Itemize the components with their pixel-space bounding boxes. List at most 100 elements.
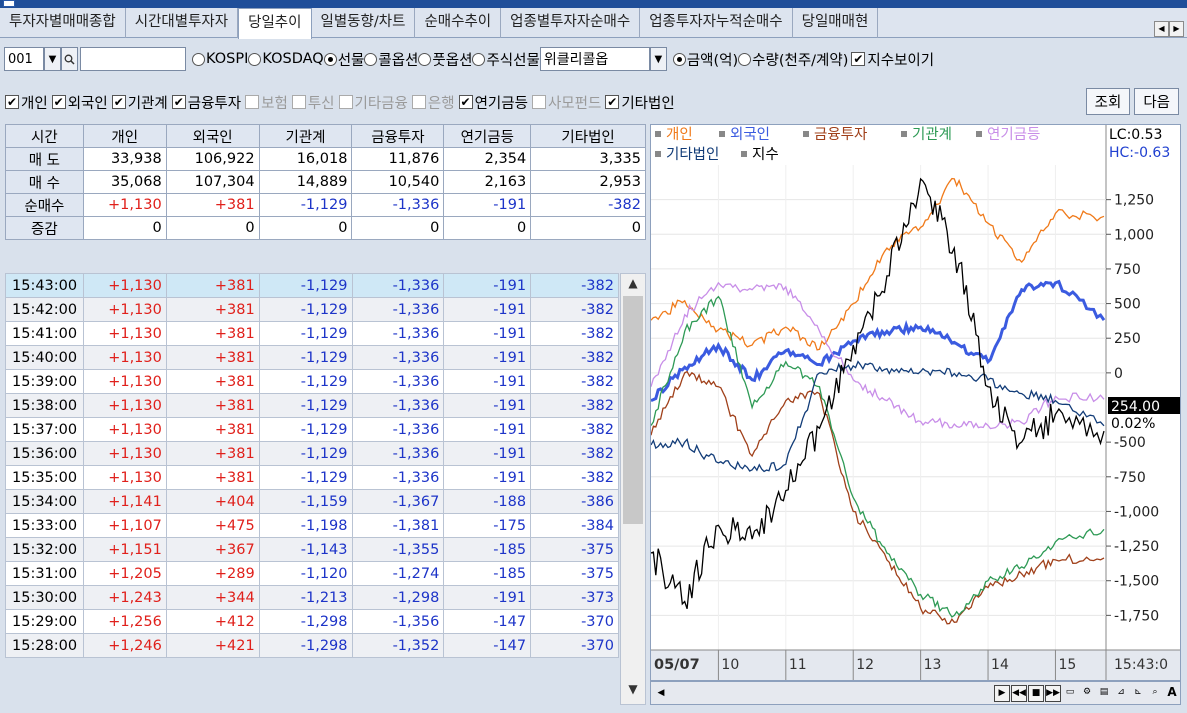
value-cell: -1,213	[258, 585, 353, 610]
text-icon[interactable]: A	[1164, 685, 1180, 702]
tab-scroll-left-icon[interactable]: ◀	[1154, 21, 1169, 37]
table-row[interactable]: 15:36:00 +1,130 +381 -1,129 -1,336 -191 -382	[5, 441, 619, 466]
investor-checkbox[interactable]: 은행	[411, 92, 455, 113]
tab-scroll: ◀ ▶	[1154, 21, 1184, 37]
value-cell: -382	[530, 417, 619, 442]
radio-icon	[418, 52, 432, 66]
tab-scroll-right-icon[interactable]: ▶	[1169, 21, 1184, 37]
investor-checkbox[interactable]: ✔ 개인	[5, 92, 48, 113]
table-row[interactable]: 15:39:00 +1,130 +381 -1,129 -1,336 -191 -382	[5, 369, 619, 394]
market-radio[interactable]: 선물	[323, 49, 364, 70]
stop-icon[interactable]: ■	[1028, 684, 1044, 702]
tab-investor-summary[interactable]: 투자자별매매종합	[0, 8, 126, 38]
table-row[interactable]: 15:38:00 +1,130 +381 -1,129 -1,336 -191 -382	[5, 393, 619, 418]
unit-radio[interactable]: 금액(억)	[672, 49, 738, 70]
code-input[interactable]: 001	[4, 47, 44, 71]
investor-checkbox-label: 연기금등	[474, 95, 528, 112]
table-row[interactable]: 15:29:00 +1,256 +412 -1,298 -1,356 -147 -370	[5, 609, 619, 634]
show-index-checkbox[interactable]: ✔ 지수보이기	[851, 49, 934, 70]
play-icon[interactable]: ▶	[994, 684, 1010, 702]
investor-checkbox[interactable]: ✔ 연기금등	[458, 92, 528, 113]
table-row[interactable]: 15:34:00 +1,141 +404 -1,159 -1,367 -188 -386	[5, 489, 619, 514]
table-row[interactable]: 15:43:00 +1,130 +381 -1,129 -1,336 -191 -382	[5, 273, 619, 298]
market-radio[interactable]: KOSDAQ	[248, 49, 324, 70]
forward-icon[interactable]: ▶▶	[1045, 684, 1061, 702]
investor-checkbox[interactable]: 사모펀드	[531, 92, 601, 113]
checkbox-icon	[531, 95, 546, 109]
tab-net-buy-trend[interactable]: 순매수추이	[415, 8, 502, 38]
next-button[interactable]: 다음	[1134, 88, 1179, 115]
window-icon[interactable]: ▭	[1062, 685, 1078, 702]
table-row[interactable]: 15:35:00 +1,130 +381 -1,129 -1,336 -191 -382	[5, 465, 619, 490]
search-icon[interactable]	[61, 47, 78, 71]
chart-type-icon[interactable]: ⊿	[1113, 685, 1129, 702]
radio-icon	[472, 52, 486, 66]
table-row[interactable]: 15:37:00 +1,130 +381 -1,129 -1,336 -191 -382	[5, 417, 619, 442]
unit-radio[interactable]: 수량(천주/계약)	[738, 49, 848, 70]
trend-chart[interactable]: 1,250 1,000 750 500 250 0 -500 -750 -1,000 -1,250…	[650, 124, 1181, 681]
table-row[interactable]: 15:33:00 +1,107 +475 -1,198 -1,381 -175 -384	[5, 513, 619, 538]
investor-checkbox[interactable]: 기타금융	[338, 92, 408, 113]
value-cell: -382	[530, 321, 619, 346]
summary-cell: 107,304	[165, 170, 260, 194]
radio-icon	[364, 52, 378, 66]
table-row[interactable]: 15:42:00 +1,130 +381 -1,129 -1,336 -191 -382	[5, 297, 619, 322]
table-row[interactable]: 15:31:00 +1,205 +289 -1,120 -1,274 -185 -375	[5, 561, 619, 586]
scroll-down-icon[interactable]: ▼	[621, 682, 645, 702]
unit-radio-label: 수량(천주/계약)	[752, 52, 849, 69]
table-row[interactable]: 15:28:00 +1,246 +421 -1,298 -1,352 -147 -370	[5, 633, 619, 658]
value-cell: -1,336	[351, 369, 445, 394]
investor-checkbox[interactable]: ✔ 금융투자	[171, 92, 241, 113]
value-cell: -188	[443, 489, 532, 514]
y-tick-label: -1,250	[1114, 539, 1159, 555]
summary-cell: 0	[351, 216, 445, 240]
code-name-field[interactable]	[80, 47, 186, 71]
market-radio[interactable]: 콜옵션	[364, 49, 418, 70]
zoom-icon[interactable]: ⌕	[1147, 685, 1163, 702]
summary-cell: 0	[530, 216, 646, 240]
checkbox-icon	[411, 95, 426, 109]
value-cell: -1,129	[258, 297, 353, 322]
table-scrollbar[interactable]: ▲ ▼	[620, 273, 646, 705]
rewind-icon[interactable]: ◀◀	[1011, 684, 1027, 702]
tab-sector-cumulative[interactable]: 업종투자자누적순매수	[640, 8, 793, 38]
settings-icon[interactable]: ⚙	[1079, 685, 1095, 702]
table-row[interactable]: 15:30:00 +1,243 +344 -1,213 -1,298 -191 -373	[5, 585, 619, 610]
time-cell: 15:42:00	[5, 297, 84, 322]
table-row[interactable]: 15:32:00 +1,151 +367 -1,143 -1,355 -185 -375	[5, 537, 619, 562]
summary-cell: 0	[165, 216, 260, 240]
show-index-label: 지수보이기	[867, 52, 935, 69]
tab-today-trading[interactable]: 당일매매현	[793, 8, 879, 38]
market-radio[interactable]: 풋옵션	[418, 49, 472, 70]
time-cell: 15:34:00	[5, 489, 84, 514]
weekly-dropdown-icon[interactable]: ▼	[649, 47, 667, 71]
scroll-up-icon[interactable]: ▲	[621, 276, 645, 296]
value-cell: +1,246	[82, 633, 167, 658]
tab-sector-net-buy[interactable]: 업종별투자자순매수	[501, 8, 641, 38]
query-button[interactable]: 조회	[1085, 88, 1131, 115]
investor-checkbox[interactable]: ✔ 기관계	[111, 92, 168, 113]
legend-marker	[901, 131, 907, 137]
layout-icon[interactable]: ▤	[1096, 685, 1112, 702]
summary-cell: 16,018	[258, 147, 353, 171]
legend-label: 지수	[752, 146, 779, 163]
investor-checkbox[interactable]: 투신	[291, 92, 335, 113]
investor-checkbox[interactable]: ✔ 외국인	[51, 92, 108, 113]
summary-header: 기타법인	[530, 124, 646, 148]
market-radio[interactable]: KOSPI	[192, 49, 248, 70]
scroll-thumb[interactable]	[623, 296, 643, 524]
investor-checkbox[interactable]: ✔ 기타법인	[605, 92, 675, 113]
tab-daily-trend[interactable]: 당일추이	[238, 8, 312, 39]
summary-cell: 11,876	[351, 147, 445, 171]
value-cell: -1,129	[258, 369, 353, 394]
weekly-select[interactable]: 위클리콜옵	[539, 47, 650, 71]
chart-scroll-left-icon[interactable]: ◀	[654, 685, 668, 701]
market-radio[interactable]: 주식선물	[472, 49, 540, 70]
table-row[interactable]: 15:40:00 +1,130 +381 -1,129 -1,336 -191 -382	[5, 345, 619, 370]
tab-daily-chart[interactable]: 일별동향/차트	[312, 8, 416, 38]
code-dropdown-icon[interactable]: ▼	[44, 47, 61, 71]
draw-line-icon[interactable]: ⊾	[1130, 685, 1146, 702]
investor-checkbox[interactable]: 보험	[245, 92, 288, 113]
tab-time-investor[interactable]: 시간대별투자자	[126, 8, 239, 38]
table-row[interactable]: 15:41:00 +1,130 +381 -1,129 -1,336 -191 -382	[5, 321, 619, 346]
